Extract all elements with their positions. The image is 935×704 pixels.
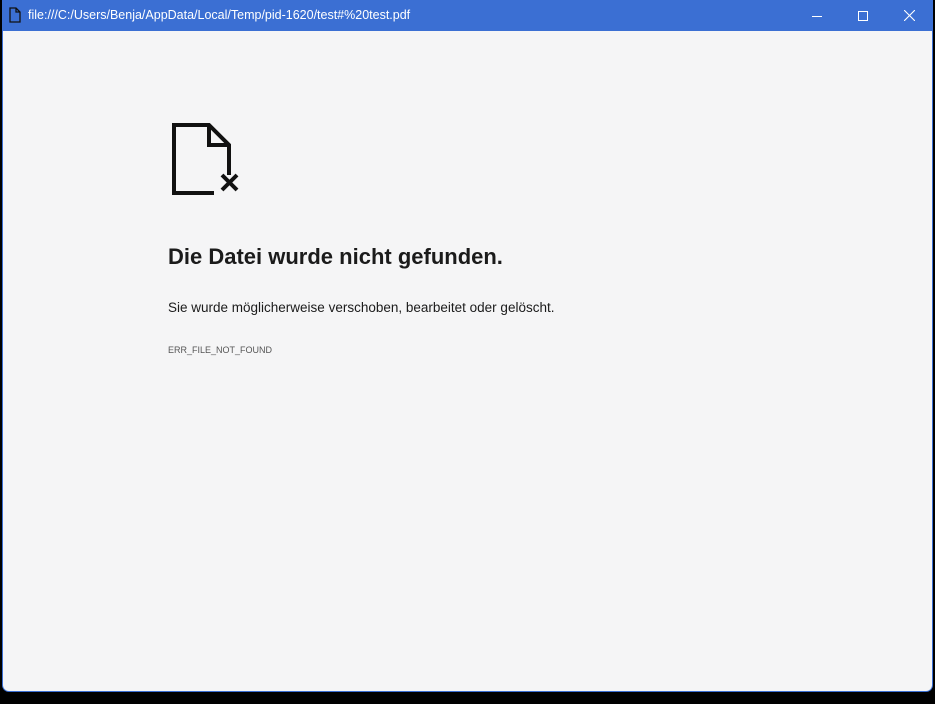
error-code: ERR_FILE_NOT_FOUND <box>168 345 273 355</box>
close-icon <box>903 10 915 21</box>
minimize-icon <box>812 15 822 17</box>
maximize-button[interactable] <box>840 0 886 31</box>
page-content <box>3 31 932 691</box>
file-icon <box>9 7 21 23</box>
browser-window: file:///C:/Users/Benja/AppData/Local/Tem… <box>2 0 933 692</box>
title-bar[interactable]: file:///C:/Users/Benja/AppData/Local/Tem… <box>2 0 933 31</box>
window-title: file:///C:/Users/Benja/AppData/Local/Tem… <box>28 8 411 22</box>
close-button[interactable] <box>886 0 932 31</box>
file-not-found-icon <box>172 123 239 195</box>
maximize-icon <box>858 10 868 21</box>
error-message: Sie wurde möglicherweise verschoben, bea… <box>168 300 555 315</box>
minimize-button[interactable] <box>794 0 840 31</box>
error-heading: Die Datei wurde nicht gefunden. <box>168 244 503 269</box>
